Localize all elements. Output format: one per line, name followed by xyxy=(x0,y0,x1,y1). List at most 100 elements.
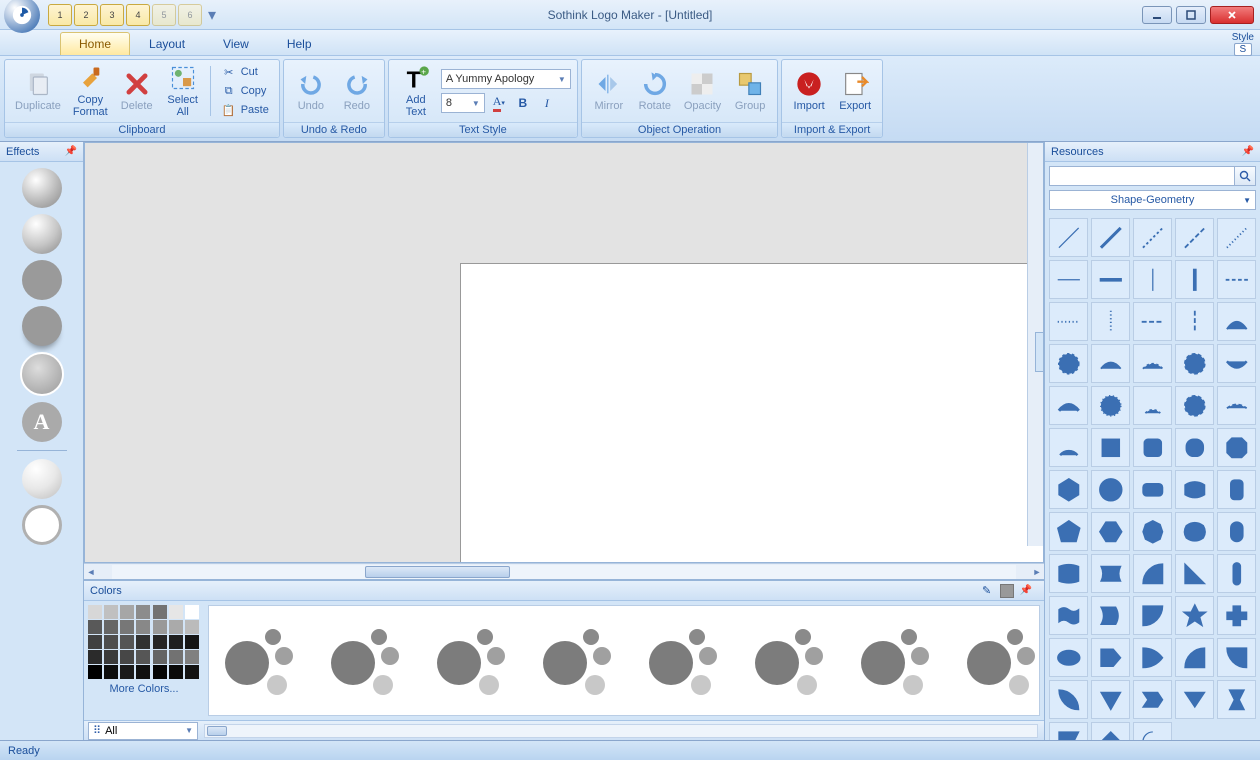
scroll-left-icon[interactable]: ◄ xyxy=(84,565,98,579)
shape-item[interactable] xyxy=(1049,554,1088,593)
pin-icon[interactable]: 📌 xyxy=(1020,585,1032,596)
tab-home[interactable]: Home xyxy=(60,32,130,55)
shape-item[interactable] xyxy=(1133,470,1172,509)
effect-glossy[interactable] xyxy=(22,459,62,499)
shape-item[interactable] xyxy=(1133,260,1172,299)
shape-item[interactable] xyxy=(1133,344,1172,383)
color-swatch[interactable] xyxy=(136,605,150,619)
shape-item[interactable] xyxy=(1175,302,1214,341)
mirror-button[interactable]: Mirror xyxy=(588,68,630,114)
color-swatch[interactable] xyxy=(185,605,199,619)
color-swatch[interactable] xyxy=(185,665,199,679)
shape-item[interactable] xyxy=(1133,596,1172,635)
shape-item[interactable] xyxy=(1091,344,1130,383)
font-color-button[interactable]: A▾ xyxy=(489,93,509,113)
shape-item[interactable] xyxy=(1091,470,1130,509)
effect-sphere-2[interactable] xyxy=(22,214,62,254)
shape-item[interactable] xyxy=(1049,386,1088,425)
select-all-button[interactable]: Select All xyxy=(162,62,204,120)
effect-sphere-1[interactable] xyxy=(22,168,62,208)
scroll-thumb[interactable] xyxy=(365,566,510,578)
color-swatch[interactable] xyxy=(153,605,167,619)
shape-item[interactable] xyxy=(1175,554,1214,593)
color-preview-item[interactable] xyxy=(431,623,507,699)
rotate-button[interactable]: Rotate xyxy=(634,68,676,114)
shape-item[interactable] xyxy=(1091,260,1130,299)
qat-btn-6[interactable]: 6 xyxy=(178,4,202,26)
shape-item[interactable] xyxy=(1133,428,1172,467)
color-swatch[interactable] xyxy=(153,635,167,649)
shape-item[interactable] xyxy=(1091,596,1130,635)
tab-view[interactable]: View xyxy=(204,32,268,55)
add-text-button[interactable]: T+ Add Text xyxy=(395,62,437,120)
shape-item[interactable] xyxy=(1175,638,1214,677)
shape-item[interactable] xyxy=(1217,344,1256,383)
color-swatch[interactable] xyxy=(120,635,134,649)
shape-item[interactable] xyxy=(1175,344,1214,383)
color-swatch[interactable] xyxy=(169,650,183,664)
colors-h-scrollbar[interactable] xyxy=(204,724,1038,738)
color-preview-strip[interactable] xyxy=(208,605,1040,716)
color-swatch[interactable] xyxy=(104,650,118,664)
shape-item[interactable] xyxy=(1175,596,1214,635)
qat-btn-2[interactable]: 2 xyxy=(74,4,98,26)
effect-bevel[interactable] xyxy=(20,352,64,396)
color-swatch[interactable] xyxy=(169,665,183,679)
import-button[interactable]: Import xyxy=(788,68,830,114)
qat-btn-5[interactable]: 5 xyxy=(152,4,176,26)
shape-item[interactable] xyxy=(1133,680,1172,719)
shape-item[interactable] xyxy=(1091,302,1130,341)
qat-btn-3[interactable]: 3 xyxy=(100,4,124,26)
redo-button[interactable]: Redo xyxy=(336,68,378,114)
qat-btn-1[interactable]: 1 xyxy=(48,4,72,26)
shape-item[interactable] xyxy=(1217,470,1256,509)
color-filter-combo[interactable]: ⠿All▼ xyxy=(88,722,198,740)
color-preview-item[interactable] xyxy=(643,623,719,699)
shape-item[interactable] xyxy=(1049,680,1088,719)
shape-item[interactable] xyxy=(1049,344,1088,383)
paste-button[interactable]: 📋Paste xyxy=(217,101,273,119)
effect-flat-1[interactable] xyxy=(22,260,62,300)
shape-item[interactable] xyxy=(1217,302,1256,341)
shape-item[interactable] xyxy=(1133,554,1172,593)
color-swatch[interactable] xyxy=(169,620,183,634)
color-swatch[interactable] xyxy=(153,650,167,664)
color-swatch[interactable] xyxy=(104,605,118,619)
color-swatch[interactable] xyxy=(104,620,118,634)
color-swatch[interactable] xyxy=(185,635,199,649)
resources-category-combo[interactable]: Shape-Geometry▼ xyxy=(1049,190,1256,210)
resources-search-input[interactable] xyxy=(1049,166,1234,186)
shape-item[interactable] xyxy=(1049,596,1088,635)
color-swatch[interactable] xyxy=(153,620,167,634)
effect-text-a[interactable]: A xyxy=(22,402,62,442)
duplicate-button[interactable]: Duplicate xyxy=(11,68,65,114)
color-swatch[interactable] xyxy=(120,620,134,634)
shape-item[interactable] xyxy=(1091,218,1130,257)
shape-item[interactable] xyxy=(1091,386,1130,425)
color-swatch[interactable] xyxy=(88,620,102,634)
color-swatch[interactable] xyxy=(136,620,150,634)
color-swatch[interactable] xyxy=(88,605,102,619)
shape-item[interactable] xyxy=(1133,302,1172,341)
shape-item[interactable] xyxy=(1217,428,1256,467)
shape-item[interactable] xyxy=(1091,428,1130,467)
color-swatch[interactable] xyxy=(88,635,102,649)
qat-customize-dropdown[interactable]: ▾ xyxy=(204,4,220,26)
shape-item[interactable] xyxy=(1049,470,1088,509)
opacity-button[interactable]: Opacity xyxy=(680,68,725,114)
shape-item[interactable] xyxy=(1217,218,1256,257)
scroll-right-icon[interactable]: ► xyxy=(1030,565,1044,579)
maximize-button[interactable] xyxy=(1176,6,1206,24)
shape-item[interactable] xyxy=(1049,512,1088,551)
shape-item[interactable] xyxy=(1175,386,1214,425)
font-family-combo[interactable]: A Yummy Apology▼ xyxy=(441,69,571,89)
color-swatch[interactable] xyxy=(136,665,150,679)
color-swatch[interactable] xyxy=(120,665,134,679)
effect-outline[interactable] xyxy=(22,505,62,545)
italic-button[interactable]: I xyxy=(537,93,557,113)
shape-item[interactable] xyxy=(1049,638,1088,677)
bold-button[interactable]: B xyxy=(513,93,533,113)
shape-item[interactable] xyxy=(1049,302,1088,341)
current-color-swatch[interactable] xyxy=(1000,584,1014,598)
shape-item[interactable] xyxy=(1217,260,1256,299)
